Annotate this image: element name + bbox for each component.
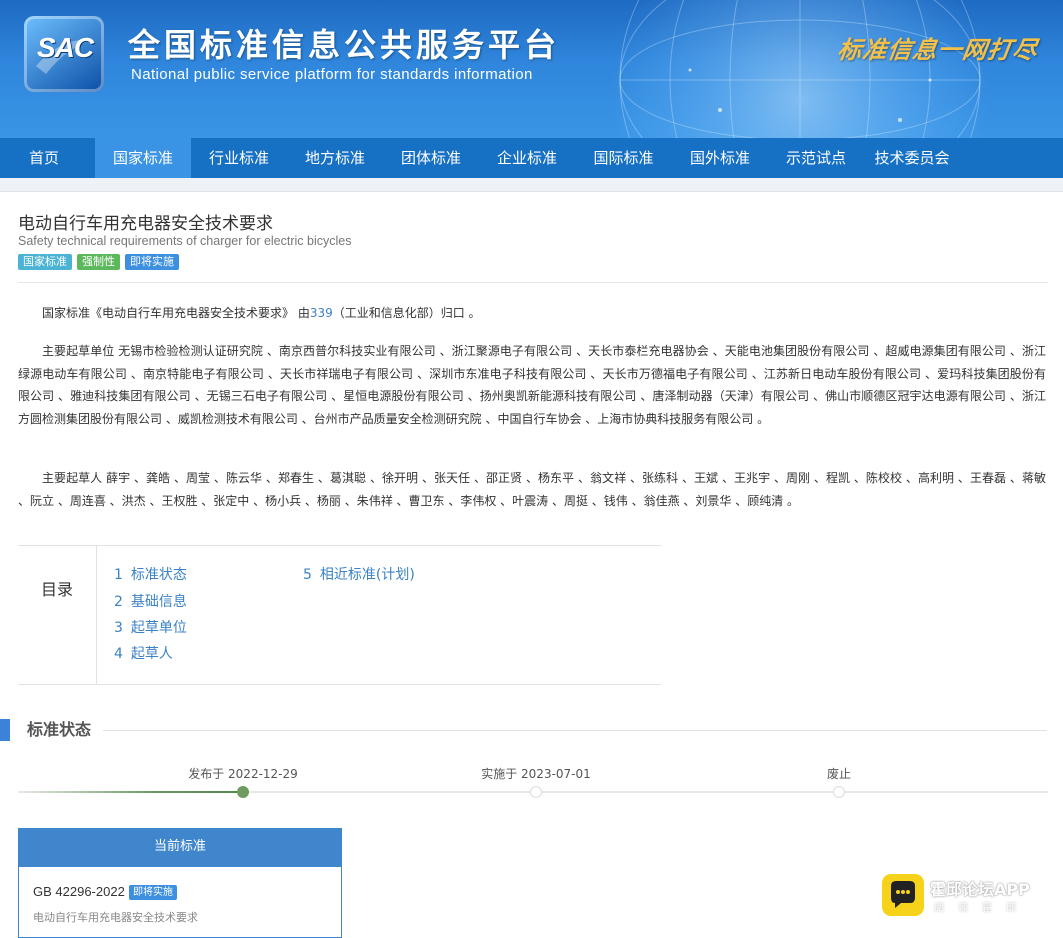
- intro-suffix: （工业和信息化部）归口 。: [332, 306, 481, 320]
- intro-paragraph: 国家标准《电动自行车用充电器安全技术要求》 由339（工业和信息化部）归口 。: [18, 302, 1046, 325]
- timeline-label-abolished: 废止: [826, 767, 852, 781]
- card-header: 当前标准: [19, 829, 341, 867]
- site-header: SAC 全国标准信息公共服务平台 National public service…: [0, 0, 1063, 138]
- toc-num: 1: [114, 567, 123, 583]
- standard-tags: 国家标准 强制性 即将实施: [18, 254, 179, 270]
- site-title-en: National public service platform for sta…: [131, 66, 533, 83]
- globe-graphic: [610, 0, 990, 138]
- nav-item-local-standards[interactable]: 地方标准: [287, 138, 383, 178]
- timeline-label-effective: 实施于 2023-07-01: [481, 767, 591, 781]
- app-chat-icon: [882, 874, 924, 916]
- section-title-status: 标准状态: [27, 720, 92, 739]
- current-standard-card: 当前标准 GB 42296-2022 即将实施 电动自行车用充电器安全技术要求: [18, 828, 342, 938]
- intro-prefix: 国家标准《电动自行车用充电器安全技术要求》 由: [42, 306, 310, 320]
- status-badge: 即将实施: [129, 885, 177, 900]
- nav-item-group-standards[interactable]: 团体标准: [383, 138, 479, 178]
- nav-item-enterprise-standards[interactable]: 企业标准: [479, 138, 575, 178]
- toc-label-text: 基础信息: [130, 594, 187, 610]
- nav-subline: [0, 178, 1063, 192]
- nav-item-national-standards[interactable]: 国家标准: [95, 138, 191, 178]
- tag-national-standard: 国家标准: [18, 254, 72, 270]
- nav-item-foreign-standards[interactable]: 国外标准: [672, 138, 768, 178]
- table-of-contents: 目录 1 标准状态 2 基础信息 3 起草单位 4 起草人 5 相近标准(计划): [18, 545, 661, 685]
- toc-item-status[interactable]: 1 标准状态: [114, 564, 187, 584]
- drafting-units-paragraph: 主要起草单位 无锡市检验检测认证研究院 、南京西普尔科技实业有限公司 、浙江聚源…: [18, 344, 1046, 426]
- standard-code[interactable]: GB 42296-2022: [33, 884, 125, 899]
- nav-item-international-standards[interactable]: 国际标准: [575, 138, 672, 178]
- tag-mandatory: 强制性: [77, 254, 120, 270]
- toc-label: 目录: [18, 546, 97, 684]
- divider: [18, 282, 1048, 283]
- toc-label-text: 标准状态: [130, 567, 187, 583]
- timeline-dot-abolished: [833, 786, 845, 798]
- toc-num: 5: [303, 567, 312, 583]
- toc-item-similar-standards[interactable]: 5 相近标准(计划): [303, 564, 415, 584]
- standard-title: 电动自行车用充电器安全技术要求: [18, 214, 273, 234]
- toc-item-drafting-units[interactable]: 3 起草单位: [114, 617, 187, 637]
- site-title: 全国标准信息公共服务平台: [128, 26, 561, 64]
- nav-item-technical-committees[interactable]: 技术委员会: [864, 138, 960, 178]
- main-nav: 首页 国家标准 行业标准 地方标准 团体标准 企业标准 国际标准 国外标准 示范…: [0, 138, 1063, 178]
- tag-upcoming: 即将实施: [125, 254, 179, 270]
- toc-label-text: 起草单位: [130, 620, 187, 636]
- nav-item-pilot-demo[interactable]: 示范试点: [768, 138, 864, 178]
- nav-item-industry-standards[interactable]: 行业标准: [191, 138, 287, 178]
- toc-num: 4: [114, 646, 123, 662]
- section-marker: [0, 719, 10, 741]
- toc-label-text: 相近标准(计划): [319, 567, 415, 583]
- timeline-progress: [18, 791, 243, 793]
- site-slogan: 标准信息一网打尽: [835, 35, 1040, 64]
- section-divider: [103, 730, 1047, 731]
- toc-num: 3: [114, 620, 123, 636]
- standard-title-en: Safety technical requirements of charger…: [18, 234, 352, 248]
- tc-link[interactable]: 339: [310, 306, 333, 320]
- toc-item-basic-info[interactable]: 2 基础信息: [114, 591, 187, 611]
- drafters-paragraph: 主要起草人 薛宇 、龚皓 、周莹 、陈云华 、郑春生 、葛淇聪 、徐开明 、张天…: [18, 471, 1046, 508]
- toc-item-drafters[interactable]: 4 起草人: [114, 643, 173, 663]
- standard-name[interactable]: 电动自行车用充电器安全技术要求: [33, 909, 198, 925]
- toc-num: 2: [114, 594, 123, 610]
- watermark-title: 霍邱论坛APP: [930, 880, 1030, 899]
- toc-label-text: 起草人: [130, 646, 173, 662]
- logo-text: SAC: [36, 32, 94, 63]
- nav-item-home[interactable]: 首页: [0, 138, 88, 178]
- watermark-subtitle: 阅读霍邱: [934, 903, 1030, 914]
- timeline-label-published: 发布于 2022-12-29: [188, 767, 298, 781]
- timeline-dot-effective: [530, 786, 542, 798]
- timeline-dot-published: [237, 786, 249, 798]
